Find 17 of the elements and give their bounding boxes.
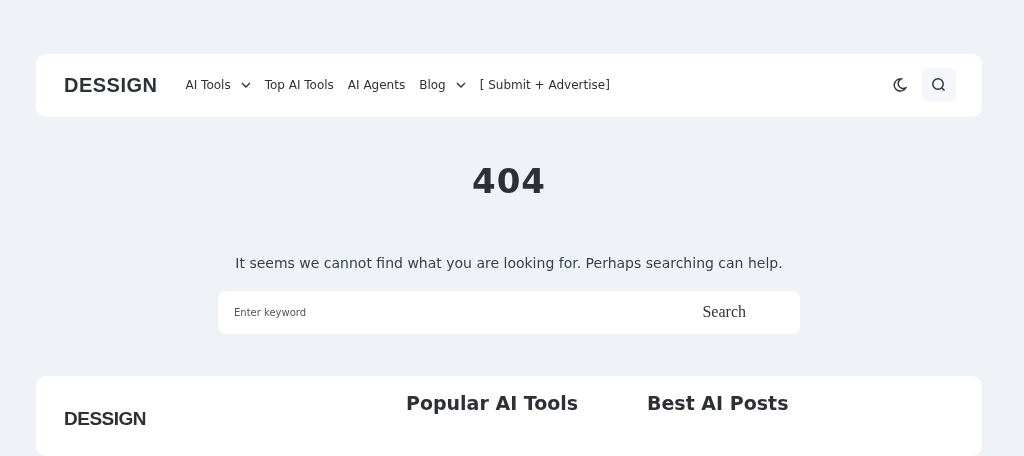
nav-link[interactable]: Top AI Tools bbox=[264, 78, 334, 93]
logo[interactable]: DESSIGN bbox=[64, 73, 158, 97]
error-message: It seems we cannot find what you are looking for. Perhaps searching can help. bbox=[235, 254, 783, 271]
footer-heading: Best AI Posts bbox=[647, 392, 789, 414]
search-button[interactable] bbox=[922, 68, 956, 103]
search-icon bbox=[931, 77, 947, 94]
nav-link[interactable]: Blog bbox=[419, 78, 466, 93]
caret-icon bbox=[240, 82, 251, 89]
nav-link[interactable]: [ Submit + Advertise] bbox=[479, 78, 610, 93]
search-field[interactable]: Enter keyword Search bbox=[218, 290, 800, 334]
search-button[interactable]: Search bbox=[696, 302, 752, 323]
footer-heading: Popular AI Tools bbox=[406, 392, 579, 414]
caret-icon bbox=[455, 82, 466, 89]
nav-link[interactable]: AI Tools bbox=[185, 78, 251, 93]
nav-link[interactable]: AI Agents bbox=[347, 78, 406, 93]
footer-logo[interactable]: DESSIGN bbox=[64, 408, 147, 430]
error-code: 404 bbox=[472, 160, 546, 201]
